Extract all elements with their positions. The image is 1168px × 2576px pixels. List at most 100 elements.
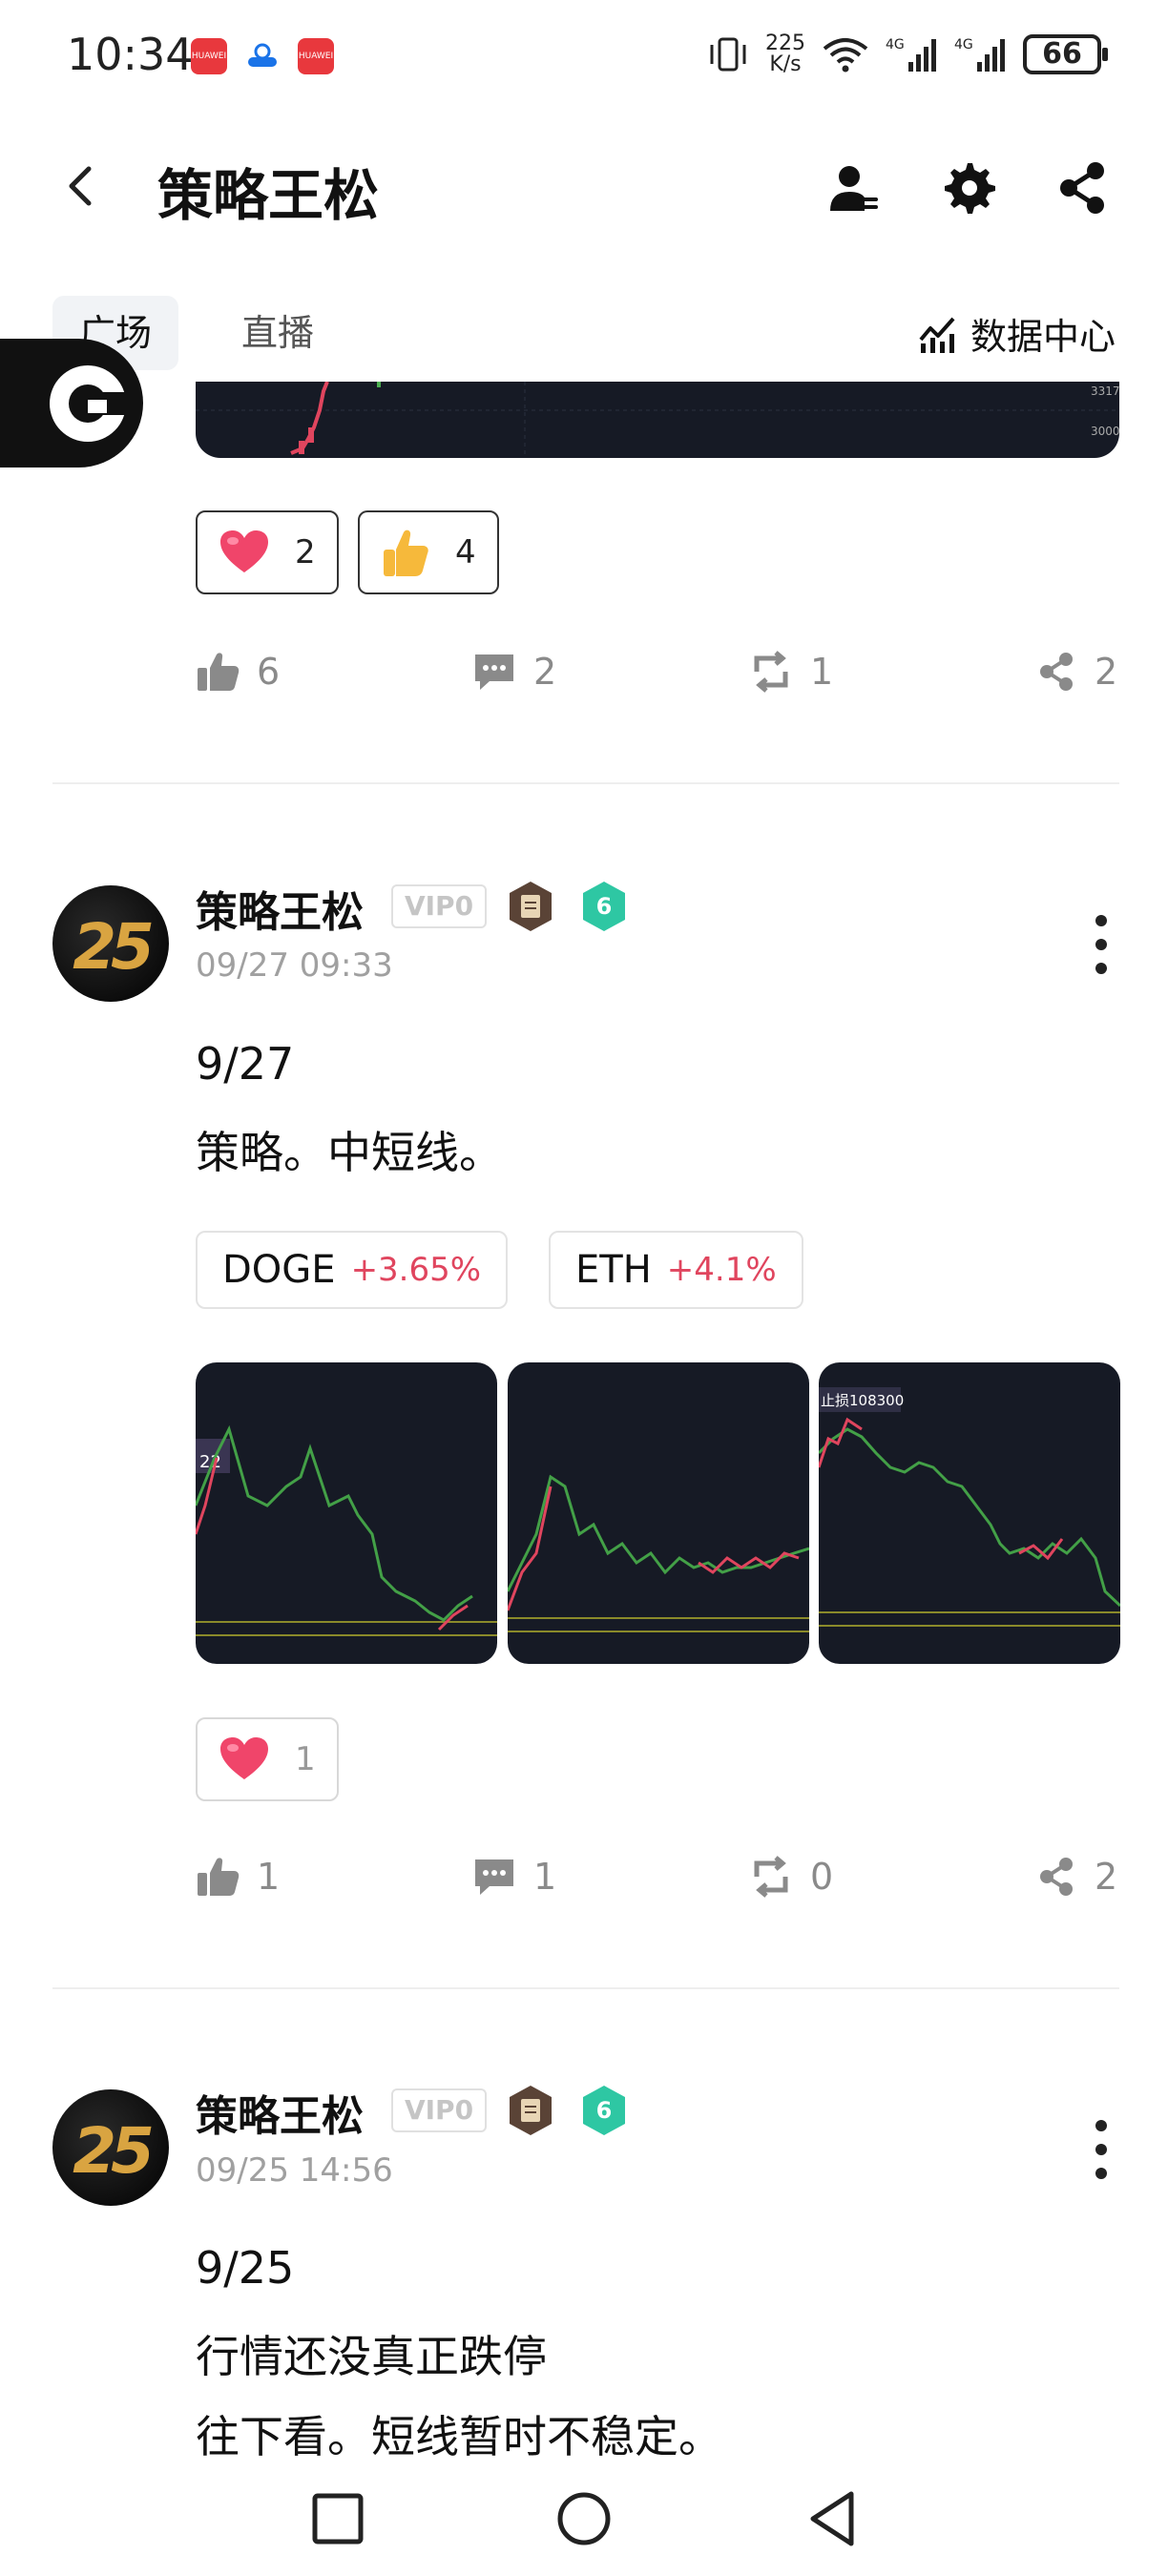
- like-count: 1: [257, 1856, 281, 1898]
- share-icon: [1040, 1858, 1073, 1896]
- post-text-line: 9/27: [196, 1038, 295, 1090]
- home-icon[interactable]: [553, 2488, 615, 2549]
- like-button[interactable]: 6: [196, 651, 280, 693]
- data-center-label: 数据中心: [970, 316, 1116, 358]
- more-options-icon[interactable]: [1092, 911, 1111, 978]
- post-text-line: 往下看。短线暂时不稳定。: [196, 2411, 722, 2462]
- comment-button[interactable]: 1: [472, 1856, 556, 1898]
- share-post-button[interactable]: 2: [1035, 1856, 1117, 1898]
- page-header: 策略王松: [0, 134, 1168, 239]
- repost-icon: [754, 1856, 788, 1898]
- repost-button[interactable]: 0: [749, 1856, 833, 1898]
- chart-tick-label: 3317: [1091, 384, 1119, 398]
- system-nav-bar: [0, 2462, 1168, 2576]
- post-time: 09/25 14:56: [196, 2151, 393, 2190]
- app-logo-icon: [50, 365, 130, 442]
- post-actions: 6 2 1 2: [196, 651, 1119, 708]
- comment-button[interactable]: 2: [472, 651, 556, 693]
- avatar[interactable]: 25: [52, 885, 169, 1002]
- chart-trend-icon: [919, 317, 955, 353]
- battery-indicator: 66: [1023, 34, 1108, 74]
- level-badge: 6: [583, 882, 625, 931]
- back-arrow-icon[interactable]: [52, 157, 110, 215]
- signal-4g-icon: 4G: [886, 37, 936, 72]
- status-time: 10:34: [67, 29, 194, 80]
- comment-icon: [475, 1859, 513, 1895]
- reaction-count: 4: [455, 533, 476, 571]
- repost-icon: [754, 651, 788, 693]
- reaction-heart[interactable]: 1: [196, 1717, 339, 1801]
- level-badge: 6: [583, 2086, 625, 2135]
- reaction-count: 1: [295, 1740, 316, 1778]
- level-number: 6: [596, 2097, 613, 2124]
- level-number: 6: [596, 893, 613, 920]
- like-button[interactable]: 1: [196, 1856, 280, 1898]
- ticker-change: +4.1%: [666, 1251, 777, 1289]
- avatar[interactable]: 25: [52, 2089, 169, 2206]
- medal-icon: [510, 882, 552, 931]
- avatar-text: 25: [73, 910, 155, 984]
- post-text-line: 策略。中短线。: [196, 1127, 503, 1178]
- stop-loss-label: 止损108300: [821, 1392, 904, 1409]
- floating-app-logo[interactable]: [0, 339, 143, 467]
- author-name[interactable]: 策略王松: [196, 2082, 364, 2143]
- post-image-3[interactable]: 止损108300: [819, 1362, 1120, 1664]
- share-icon[interactable]: [1052, 157, 1113, 218]
- chart-tick-label: 3000: [1091, 425, 1119, 438]
- author-name[interactable]: 策略王松: [196, 878, 364, 939]
- more-options-icon[interactable]: [1092, 2116, 1111, 2183]
- ticker-tag-doge[interactable]: DOGE +3.65%: [196, 1231, 509, 1309]
- vip-badge: VIP0: [391, 884, 487, 928]
- feed[interactable]: 3317 3000 2 4 6 2 1 2 25 策略王松 VIP0 6 09/…: [0, 382, 1168, 2462]
- heart-icon: [220, 1737, 268, 1779]
- ticker-symbol: DOGE: [222, 1248, 336, 1292]
- user-settings-icon[interactable]: [823, 157, 884, 218]
- reaction-count: 2: [295, 533, 316, 571]
- network-speed: 225 K/s: [765, 33, 805, 75]
- comment-count: 1: [533, 1856, 557, 1898]
- ticker-change: +3.65%: [350, 1251, 482, 1289]
- huawei-app-icon: HUAWEI: [191, 38, 227, 74]
- repost-button[interactable]: 1: [749, 651, 833, 693]
- share-count: 2: [1095, 651, 1118, 693]
- post-divider: [52, 1987, 1119, 1989]
- status-bar: 10:34 HUAWEI HUAWEI 225 K/s 4G 4G 66: [0, 0, 1168, 114]
- svg-text:4G: 4G: [886, 37, 905, 52]
- gear-icon[interactable]: [937, 157, 998, 218]
- post-chart-image[interactable]: 3317 3000: [196, 382, 1119, 458]
- post-image-2[interactable]: [508, 1362, 809, 1664]
- tab-live[interactable]: 直播: [215, 296, 341, 370]
- share-icon: [1040, 653, 1073, 691]
- huawei-app-icon: HUAWEI: [298, 38, 334, 74]
- tab-bar: 广场 直播 数据中心: [0, 286, 1168, 382]
- svg-text:4G: 4G: [954, 37, 973, 52]
- like-count: 6: [257, 651, 281, 693]
- comment-icon: [475, 654, 513, 690]
- heart-icon: [220, 530, 268, 572]
- post-time: 09/27 09:33: [196, 946, 393, 985]
- thumbs-up-icon: [198, 653, 240, 691]
- cloud-app-icon: [244, 38, 281, 74]
- post-divider: [52, 782, 1119, 784]
- comment-count: 2: [533, 651, 557, 693]
- wifi-icon: [823, 38, 868, 73]
- reaction-heart[interactable]: 2: [196, 510, 339, 594]
- network-speed-unit: K/s: [769, 52, 802, 76]
- repost-count: 1: [810, 651, 834, 693]
- post-image-1[interactable]: 22: [196, 1362, 497, 1664]
- thumbs-up-icon: [198, 1858, 240, 1896]
- ticker-tag-eth[interactable]: ETH +4.1%: [549, 1231, 803, 1309]
- back-nav-icon[interactable]: [803, 2488, 865, 2549]
- recent-apps-icon[interactable]: [307, 2488, 368, 2549]
- network-speed-value: 225: [765, 31, 805, 55]
- medal-icon: [510, 2086, 552, 2135]
- data-center-button[interactable]: 数据中心: [917, 307, 1116, 360]
- thumbs-up-emoji-icon: [384, 530, 428, 576]
- vibrate-icon: [710, 37, 746, 72]
- share-count: 2: [1095, 1856, 1118, 1898]
- reaction-thumbs-up[interactable]: 4: [358, 510, 499, 594]
- share-post-button[interactable]: 2: [1035, 651, 1117, 693]
- signal-4g-icon-2: 4G: [954, 37, 1005, 72]
- ticker-symbol: ETH: [575, 1248, 652, 1292]
- post-actions: 1 1 0 2: [196, 1856, 1119, 1913]
